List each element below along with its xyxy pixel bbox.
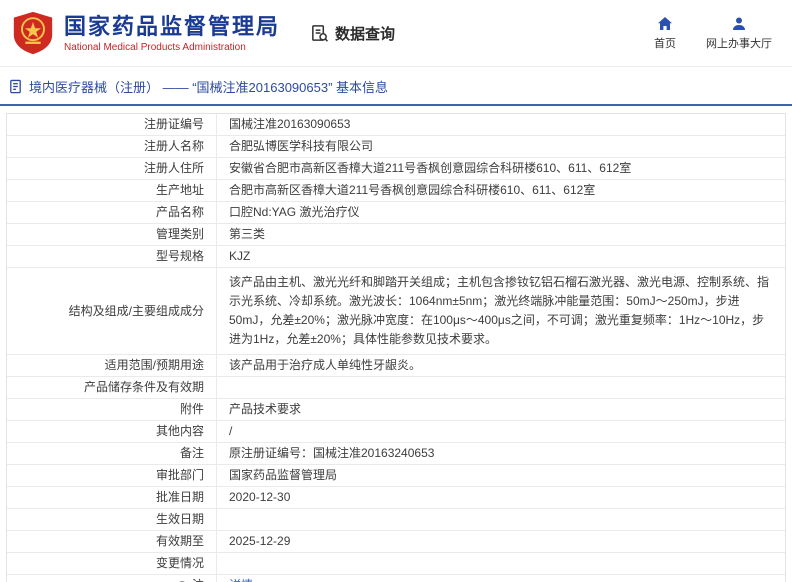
row-label: 产品储存条件及有效期	[7, 377, 217, 398]
row-label: 结构及组成/主要组成成分	[7, 268, 217, 354]
nav-home-label: 首页	[654, 35, 676, 51]
row-value: 国家药品监督管理局	[217, 465, 785, 486]
row-label: 变更情况	[7, 553, 217, 574]
row-label: 其他内容	[7, 421, 217, 442]
row-value: 国械注准20163090653	[217, 114, 785, 135]
table-row-structure-composition: 结构及组成/主要组成成分 该产品由主机、激光光纤和脚踏开关组成；主机包含掺钕钇铝…	[7, 268, 785, 355]
nav-service-hall-label: 网上办事大厅	[706, 35, 772, 51]
nav-item-home[interactable]: 首页	[654, 16, 676, 51]
row-value: 原注册证编号：国械注准20163240653	[217, 443, 785, 464]
row-label: 型号规格	[7, 246, 217, 267]
site-title: 国家药品监督管理局	[64, 14, 280, 40]
table-row-management-category: 管理类别 第三类	[7, 224, 785, 246]
person-icon	[731, 16, 747, 32]
row-value: KJZ	[217, 246, 785, 267]
row-value: 2025-12-29	[217, 531, 785, 552]
table-row-expiry-date: 有效期至 2025-12-29	[7, 531, 785, 553]
table-row-registrant-address: 注册人住所 安徽省合肥市高新区香樟大道211号香枫创意园综合科研楼610、611…	[7, 158, 785, 180]
document-icon	[8, 79, 23, 94]
row-label: 注	[7, 575, 217, 582]
row-label: 产品名称	[7, 202, 217, 223]
nav-data-query-label: 数据查询	[335, 23, 395, 44]
table-row-remarks: 备注 原注册证编号：国械注准20163240653	[7, 443, 785, 465]
note-label: 注	[192, 578, 204, 582]
row-label: 注册人住所	[7, 158, 217, 179]
row-value	[217, 553, 785, 574]
table-row-production-address: 生产地址 合肥市高新区香樟大道211号香枫创意园综合科研楼610、611、612…	[7, 180, 785, 202]
site-header: 国家药品监督管理局 National Medical Products Admi…	[0, 0, 792, 67]
row-label: 批准日期	[7, 487, 217, 508]
row-label: 适用范围/预期用途	[7, 355, 217, 376]
table-row-model-spec: 型号规格 KJZ	[7, 246, 785, 268]
row-label: 备注	[7, 443, 217, 464]
row-value: 该产品由主机、激光光纤和脚踏开关组成；主机包含掺钕钇铝石榴石激光器、激光电源、控…	[217, 268, 785, 354]
row-value: 该产品用于治疗成人单纯性牙龈炎。	[217, 355, 785, 376]
row-label: 生效日期	[7, 509, 217, 530]
nav-item-service-hall[interactable]: 网上办事大厅	[706, 16, 772, 51]
table-row-other-content: 其他内容 /	[7, 421, 785, 443]
header-nav-right: 首页 网上办事大厅	[654, 16, 772, 51]
table-row-attachment: 附件 产品技术要求	[7, 399, 785, 421]
row-value: /	[217, 421, 785, 442]
detail-link[interactable]: 详情	[229, 578, 253, 582]
row-label: 管理类别	[7, 224, 217, 245]
table-row-approval-date: 批准日期 2020-12-30	[7, 487, 785, 509]
row-value: 安徽省合肥市高新区香樟大道211号香枫创意园综合科研楼610、611、612室	[217, 158, 785, 179]
table-row-note: 注 详情	[7, 575, 785, 582]
table-row-change-record: 变更情况	[7, 553, 785, 575]
row-value: 详情	[217, 575, 785, 582]
table-row-effective-date: 生效日期	[7, 509, 785, 531]
row-value: 2020-12-30	[217, 487, 785, 508]
table-row-registration-no: 注册证编号 国械注准20163090653	[7, 114, 785, 136]
breadcrumb-text: 境内医疗器械（注册） —— “国械注准20163090653” 基本信息	[29, 77, 388, 96]
row-value: 口腔Nd:YAG 激光治疗仪	[217, 202, 785, 223]
row-value: 合肥市高新区香樟大道211号香枫创意园综合科研楼610、611、612室	[217, 180, 785, 201]
row-label: 注册证编号	[7, 114, 217, 135]
row-label: 审批部门	[7, 465, 217, 486]
nmpa-logo-link[interactable]: 国家药品监督管理局 National Medical Products Admi…	[10, 10, 280, 56]
national-emblem-icon	[10, 10, 56, 56]
data-query-icon	[310, 24, 329, 43]
row-value: 产品技术要求	[217, 399, 785, 420]
nav-data-query[interactable]: 数据查询	[310, 23, 395, 44]
table-row-storage-validity: 产品储存条件及有效期	[7, 377, 785, 399]
site-title-english: National Medical Products Administration	[64, 42, 280, 53]
row-label: 有效期至	[7, 531, 217, 552]
row-value	[217, 377, 785, 398]
row-label: 附件	[7, 399, 217, 420]
table-row-product-name: 产品名称 口腔Nd:YAG 激光治疗仪	[7, 202, 785, 224]
row-value: 第三类	[217, 224, 785, 245]
table-row-approval-department: 审批部门 国家药品监督管理局	[7, 465, 785, 487]
row-value	[217, 509, 785, 530]
row-label: 生产地址	[7, 180, 217, 201]
registration-info-table: 注册证编号 国械注准20163090653 注册人名称 合肥弘博医学科技有限公司…	[6, 113, 786, 582]
table-row-registrant-name: 注册人名称 合肥弘博医学科技有限公司	[7, 136, 785, 158]
row-label: 注册人名称	[7, 136, 217, 157]
table-row-intended-use: 适用范围/预期用途 该产品用于治疗成人单纯性牙龈炎。	[7, 355, 785, 377]
breadcrumb: 境内医疗器械（注册） —— “国械注准20163090653” 基本信息	[0, 67, 792, 106]
row-value: 合肥弘博医学科技有限公司	[217, 136, 785, 157]
site-title-block: 国家药品监督管理局 National Medical Products Admi…	[64, 14, 280, 53]
home-icon	[657, 16, 673, 32]
